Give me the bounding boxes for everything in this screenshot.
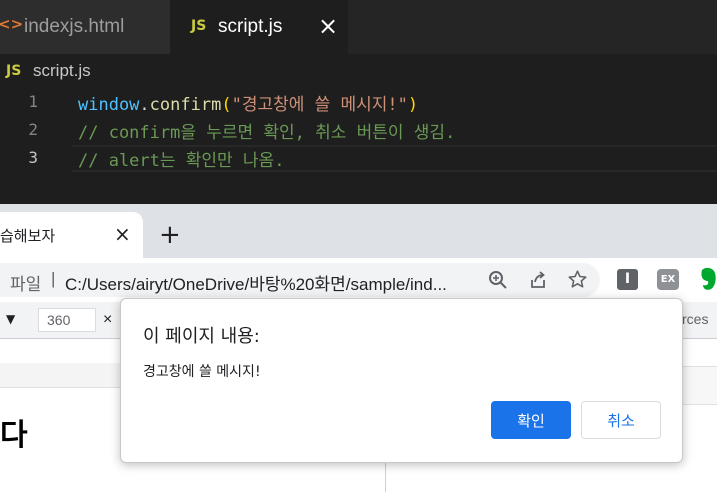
close-icon[interactable]: × [114,222,131,246]
confirm-dialog: 이 페이지 내용: 경고창에 쓸 메시지! 확인 취소 [120,298,683,463]
dialog-title: 이 페이지 내용: [143,326,260,347]
url-text: C:/Users/airyt/OneDrive/바탕%20화면/sample/i… [65,275,447,294]
js-file-icon: JS [6,63,22,79]
tab-label: script.js [218,16,283,37]
zoom-icon[interactable] [488,270,508,290]
code-token-object: window [78,95,140,115]
code-token-paren: ( [221,95,232,115]
extension-icon[interactable]: I [617,269,638,290]
code-line-2[interactable]: // confirm을 누르면 확인, 취소 버튼이 생김. [78,118,455,143]
line-number: 3 [28,148,38,167]
browser-tab-title: 습해보자 [0,228,56,245]
ok-button[interactable]: 확인 [491,401,571,439]
share-icon[interactable] [528,270,548,290]
extension-icon[interactable]: EX [657,269,679,290]
js-file-icon: JS [191,18,207,34]
code-token-dot: . [139,95,150,115]
close-icon[interactable]: × [318,12,338,40]
breadcrumb-file[interactable]: script.js [33,61,91,81]
html-file-icon: <> [0,15,24,33]
editor-tab-indexjs[interactable]: <> indexjs.html [0,0,170,54]
code-token-paren: ) [407,95,419,115]
line-number: 2 [28,120,38,139]
file-scheme-label: 파일 [10,275,42,294]
dropdown-arrow-icon[interactable]: ▼ [6,312,15,326]
cancel-button[interactable]: 취소 [581,401,661,439]
tab-label: indexjs.html [24,16,125,37]
devtools-tab-sources[interactable]: rces [682,311,708,327]
breadcrumb: JS script.js [0,54,717,88]
page-heading: 다 [0,418,28,453]
bookmark-star-icon[interactable] [567,269,588,290]
editor-tab-scriptjs[interactable]: JS script.js × [170,0,348,54]
address-separator: | [51,269,56,288]
width-input[interactable]: 360 [38,308,96,332]
address-bar[interactable]: 파일 | C:/Users/airyt/OneDrive/바탕%20화면/sam… [0,263,600,297]
new-tab-button[interactable]: + [159,220,181,250]
code-line-1[interactable]: window.confirm("경고창에 쓸 메시지!") [78,90,418,115]
browser-tab[interactable]: 습해보자 × [0,212,143,258]
width-input-value: 360 [47,312,71,328]
code-line-3[interactable]: // alert는 확인만 나옴. [78,146,284,171]
evernote-icon[interactable] [698,266,717,292]
dimension-times: × [103,311,113,328]
dialog-message: 경고창에 쓸 메시지! [143,364,261,380]
code-token-string: "경고창에 쓸 메시지!" [231,95,408,115]
line-number: 1 [28,92,38,111]
code-token-function: confirm [149,95,222,115]
